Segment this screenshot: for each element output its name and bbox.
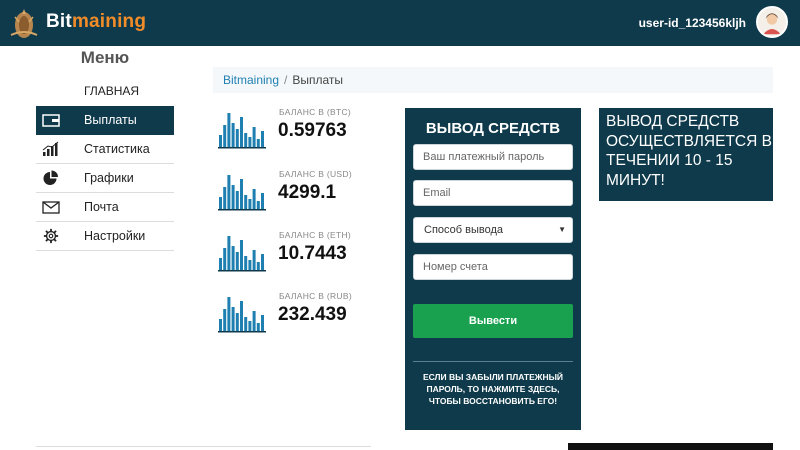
top-header: Bitmaining user-id_123456kljh — [0, 0, 800, 46]
brand-logo-text[interactable]: Bitmaining — [46, 11, 146, 33]
sidebar-item-charts[interactable]: Графики — [36, 164, 174, 193]
sparkline-chart-icon — [218, 297, 266, 333]
withdraw-title: ВЫВОД СРЕДСТВ — [425, 120, 561, 137]
menu-title: Меню — [80, 48, 130, 67]
payment-password-input[interactable] — [413, 144, 573, 170]
balance-label: БАЛАНС В (BTC) — [279, 107, 352, 117]
sparkline-chart-icon — [218, 175, 266, 211]
withdraw-panel: ВЫВОД СРЕДСТВ Способ вывода ▼ Вывести ЕС… — [405, 108, 581, 430]
balance-btc: БАЛАНС В (BTC) 0.59763 — [218, 107, 388, 157]
sidebar-item-statistics[interactable]: Статистика — [36, 135, 174, 164]
bar-chart-icon — [42, 141, 59, 156]
balance-usd: БАЛАНС В (USD) 4299.1 — [218, 169, 388, 219]
breadcrumb-link-home[interactable]: Bitmaining — [223, 73, 279, 87]
sidebar-item-label: Статистика — [84, 142, 150, 156]
sidebar-item-payouts[interactable]: Выплаты — [36, 106, 174, 135]
envelope-icon — [42, 201, 60, 214]
avatar[interactable] — [756, 6, 788, 38]
sidebar-item-label: Настройки — [84, 229, 146, 243]
balance-label: БАЛАНС В (USD) — [279, 169, 352, 179]
withdraw-method-select[interactable]: Способ вывода ▼ — [413, 217, 573, 243]
breadcrumb: Bitmaining / Выплаты — [213, 67, 773, 93]
balance-label: БАЛАНС В (ETH) — [279, 230, 352, 240]
sidebar-item-mail[interactable]: Почта — [36, 193, 174, 222]
email-field[interactable] — [413, 180, 573, 206]
withdraw-info-notice: ВЫВОД СРЕДСТВ ОСУЩЕСТВЛЯЕТСЯ В ТЕЧЕНИИ 1… — [599, 108, 773, 201]
balance-label: БАЛАНС В (RUB) — [279, 291, 352, 301]
balance-rub: БАЛАНС В (RUB) 232.439 — [218, 291, 388, 341]
divider — [413, 361, 573, 362]
caret-down-icon: ▼ — [558, 225, 566, 234]
sidebar-item-label: Выплаты — [84, 113, 137, 127]
sidebar-item-home[interactable]: ГЛАВНАЯ — [36, 77, 174, 106]
withdraw-submit-button[interactable]: Вывести — [413, 304, 573, 338]
user-avatar-icon — [763, 13, 781, 35]
pie-chart-icon — [43, 170, 58, 185]
sidebar-menu: ГЛАВНАЯ Выплаты Статистика Графики Почта — [36, 77, 174, 251]
sidebar-item-label: Почта — [84, 200, 119, 214]
user-id-label[interactable]: user-id_123456kljh — [639, 16, 746, 30]
sidebar-item-label: Графики — [84, 171, 134, 185]
balance-value: 4299.1 — [278, 182, 337, 203]
account-number-input[interactable] — [413, 254, 573, 280]
footer-bar — [568, 443, 773, 450]
sparkline-chart-icon — [218, 113, 266, 149]
balance-eth: БАЛАНС В (ETH) 10.7443 — [218, 230, 388, 280]
wallet-icon — [42, 114, 60, 127]
sparkline-chart-icon — [218, 236, 266, 272]
balance-value: 232.439 — [278, 304, 347, 325]
withdraw-method-value: Способ вывода — [424, 224, 503, 236]
logo-icon[interactable] — [7, 5, 41, 41]
gear-icon — [43, 228, 59, 244]
sidebar-item-settings[interactable]: Настройки — [36, 222, 174, 251]
breadcrumb-separator: / — [284, 73, 288, 87]
divider — [36, 446, 371, 447]
breadcrumb-current: Выплаты — [292, 73, 344, 87]
balance-value: 0.59763 — [278, 120, 347, 141]
balance-value: 10.7443 — [278, 243, 347, 264]
forgot-password-link[interactable]: ЕСЛИ ВЫ ЗАБЫЛИ ПЛАТЕЖНЫЙ ПАРОЛЬ, ТО НАЖМ… — [413, 371, 573, 407]
